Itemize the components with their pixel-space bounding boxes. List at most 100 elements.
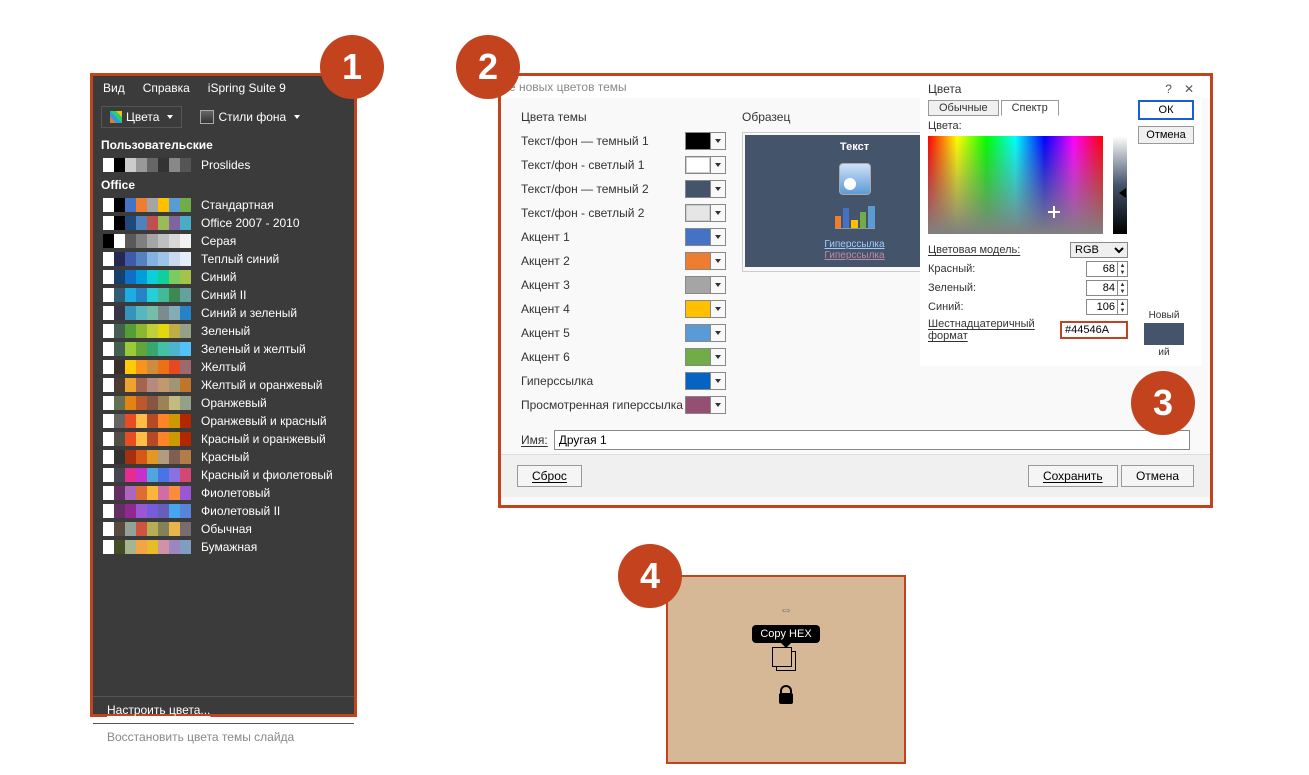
- color-picker-button[interactable]: [685, 372, 726, 390]
- theme-color-row: Текст/фон - светлый 1: [521, 156, 726, 174]
- theme-color-row: Текст/фон — темный 2: [521, 180, 726, 198]
- theme-color-item[interactable]: Фиолетовый: [93, 484, 354, 502]
- copy-hex-tooltip: Copy HEX: [752, 625, 819, 643]
- swatch-strip: [103, 468, 191, 482]
- theme-color-row-label: Текст/фон — темный 2: [521, 182, 685, 196]
- theme-color-row: Акцент 4: [521, 300, 726, 318]
- luminance-slider[interactable]: [1113, 136, 1127, 234]
- cancel-button[interactable]: Отмена: [1121, 465, 1194, 487]
- green-spinner[interactable]: ▲▼: [1086, 280, 1128, 296]
- theme-color-item[interactable]: Фиолетовый II: [93, 502, 354, 520]
- color-picker-button[interactable]: [685, 324, 726, 342]
- theme-color-label: Желтый: [201, 360, 246, 374]
- red-label: Красный:: [928, 263, 1086, 275]
- copy-icon[interactable]: [776, 651, 796, 671]
- theme-color-item[interactable]: Красный и фиолетовый: [93, 466, 354, 484]
- theme-color-item[interactable]: Стандартная: [93, 196, 354, 214]
- theme-color-item[interactable]: Оранжевый: [93, 394, 354, 412]
- color-picker-button[interactable]: [685, 276, 726, 294]
- customize-colors-menuitem[interactable]: Настроить цвета...: [93, 696, 354, 723]
- theme-color-row-label: Акцент 3: [521, 278, 685, 292]
- theme-color-item[interactable]: Бумажная: [93, 538, 354, 556]
- theme-color-label: Желтый и оранжевый: [201, 378, 322, 392]
- color-model-select[interactable]: RGB: [1070, 242, 1128, 258]
- theme-color-row-label: Акцент 1: [521, 230, 685, 244]
- hex-input[interactable]: [1060, 321, 1128, 339]
- user-section-header: Пользовательские: [93, 134, 354, 156]
- colors-dropdown-button[interactable]: Цвета: [101, 106, 182, 128]
- theme-color-item[interactable]: Синий и зеленый: [93, 304, 354, 322]
- color-picker-button[interactable]: [685, 396, 726, 414]
- theme-color-row: Гиперссылка: [521, 372, 726, 390]
- cancel-button[interactable]: Отмена: [1138, 126, 1194, 144]
- ok-button[interactable]: ОК: [1138, 100, 1194, 120]
- theme-color-label: Фиолетовый II: [201, 504, 280, 518]
- color-picker-button[interactable]: [685, 252, 726, 270]
- tab-spectrum[interactable]: Спектр: [1001, 100, 1059, 116]
- preview-chart-icon: [835, 204, 875, 229]
- step-badge-2: 2: [456, 35, 520, 99]
- theme-color-item[interactable]: Proslides: [93, 156, 354, 174]
- theme-color-item[interactable]: Зеленый: [93, 322, 354, 340]
- color-picker-button[interactable]: [685, 132, 726, 150]
- theme-color-label: Красный: [201, 450, 249, 464]
- swatch-strip: [103, 396, 191, 410]
- theme-name-input[interactable]: [554, 430, 1190, 450]
- theme-color-item[interactable]: Синий: [93, 268, 354, 286]
- theme-color-label: Обычная: [201, 522, 252, 536]
- new-color-swatch: [1144, 323, 1184, 345]
- swatch-strip: [103, 342, 191, 356]
- color-picker-button[interactable]: [685, 348, 726, 366]
- theme-color-label: Оранжевый: [201, 396, 267, 410]
- step-badge-3: 3: [1131, 371, 1195, 435]
- new-current-preview: Новый ий: [1136, 310, 1192, 358]
- theme-color-item[interactable]: Желтый: [93, 358, 354, 376]
- theme-color-item[interactable]: Серая: [93, 232, 354, 250]
- theme-color-item[interactable]: Оранжевый и красный: [93, 412, 354, 430]
- swatch-strip: [103, 252, 191, 266]
- color-dialog-title: Цвета: [928, 82, 961, 96]
- menu-view[interactable]: Вид: [103, 81, 125, 95]
- color-picker-button[interactable]: [685, 300, 726, 318]
- blue-label: Синий:: [928, 301, 1086, 313]
- red-spinner[interactable]: ▲▼: [1086, 261, 1128, 277]
- color-picker-button[interactable]: [685, 228, 726, 246]
- bg-styles-button[interactable]: Стили фона: [192, 107, 308, 127]
- theme-color-item[interactable]: Синий II: [93, 286, 354, 304]
- preview-hlink-dark: Гиперссылка: [824, 239, 884, 250]
- restore-colors-menuitem: Восстановить цвета темы слайда: [93, 723, 354, 750]
- current-color-label: ий: [1136, 347, 1192, 358]
- color-picker-button[interactable]: [685, 204, 726, 222]
- tab-standard[interactable]: Обычные: [928, 100, 999, 116]
- color-picker-button[interactable]: [685, 156, 726, 174]
- blue-spinner[interactable]: ▲▼: [1086, 299, 1128, 315]
- close-icon[interactable]: ✕: [1184, 82, 1194, 96]
- swatch-strip: [103, 486, 191, 500]
- colors-label: Цвета:: [928, 120, 1128, 132]
- menu-ispring[interactable]: iSpring Suite 9: [208, 81, 286, 95]
- theme-color-item[interactable]: Теплый синий: [93, 250, 354, 268]
- theme-color-item[interactable]: Зеленый и желтый: [93, 340, 354, 358]
- spectrum-area[interactable]: [928, 136, 1103, 234]
- preview-text-dark: Текст: [840, 141, 869, 153]
- theme-color-item[interactable]: Обычная: [93, 520, 354, 538]
- colors-swatch-icon: [110, 111, 122, 123]
- reset-button[interactable]: Сброс: [517, 465, 582, 487]
- colors-dropdown-panel: Вид Справка iSpring Suite 9 Цвета Стили …: [90, 73, 357, 717]
- theme-color-label: Красный и фиолетовый: [201, 468, 333, 482]
- theme-color-row-label: Акцент 6: [521, 350, 685, 364]
- color-picker-button[interactable]: [685, 180, 726, 198]
- lock-icon: [779, 693, 793, 704]
- theme-color-row-label: Акцент 2: [521, 254, 685, 268]
- menu-help[interactable]: Справка: [143, 81, 190, 95]
- theme-color-item[interactable]: Желтый и оранжевый: [93, 376, 354, 394]
- theme-color-item[interactable]: Красный и оранжевый: [93, 430, 354, 448]
- theme-color-row: Акцент 1: [521, 228, 726, 246]
- theme-color-item[interactable]: Office 2007 - 2010: [93, 214, 354, 232]
- save-button[interactable]: Сохранить: [1028, 465, 1118, 487]
- help-icon[interactable]: ?: [1165, 82, 1172, 96]
- hex-label: Шестнадцатеричный формат: [928, 318, 1060, 342]
- swatch-strip: [103, 504, 191, 518]
- theme-color-item[interactable]: Красный: [93, 448, 354, 466]
- swatch-strip: [103, 198, 191, 212]
